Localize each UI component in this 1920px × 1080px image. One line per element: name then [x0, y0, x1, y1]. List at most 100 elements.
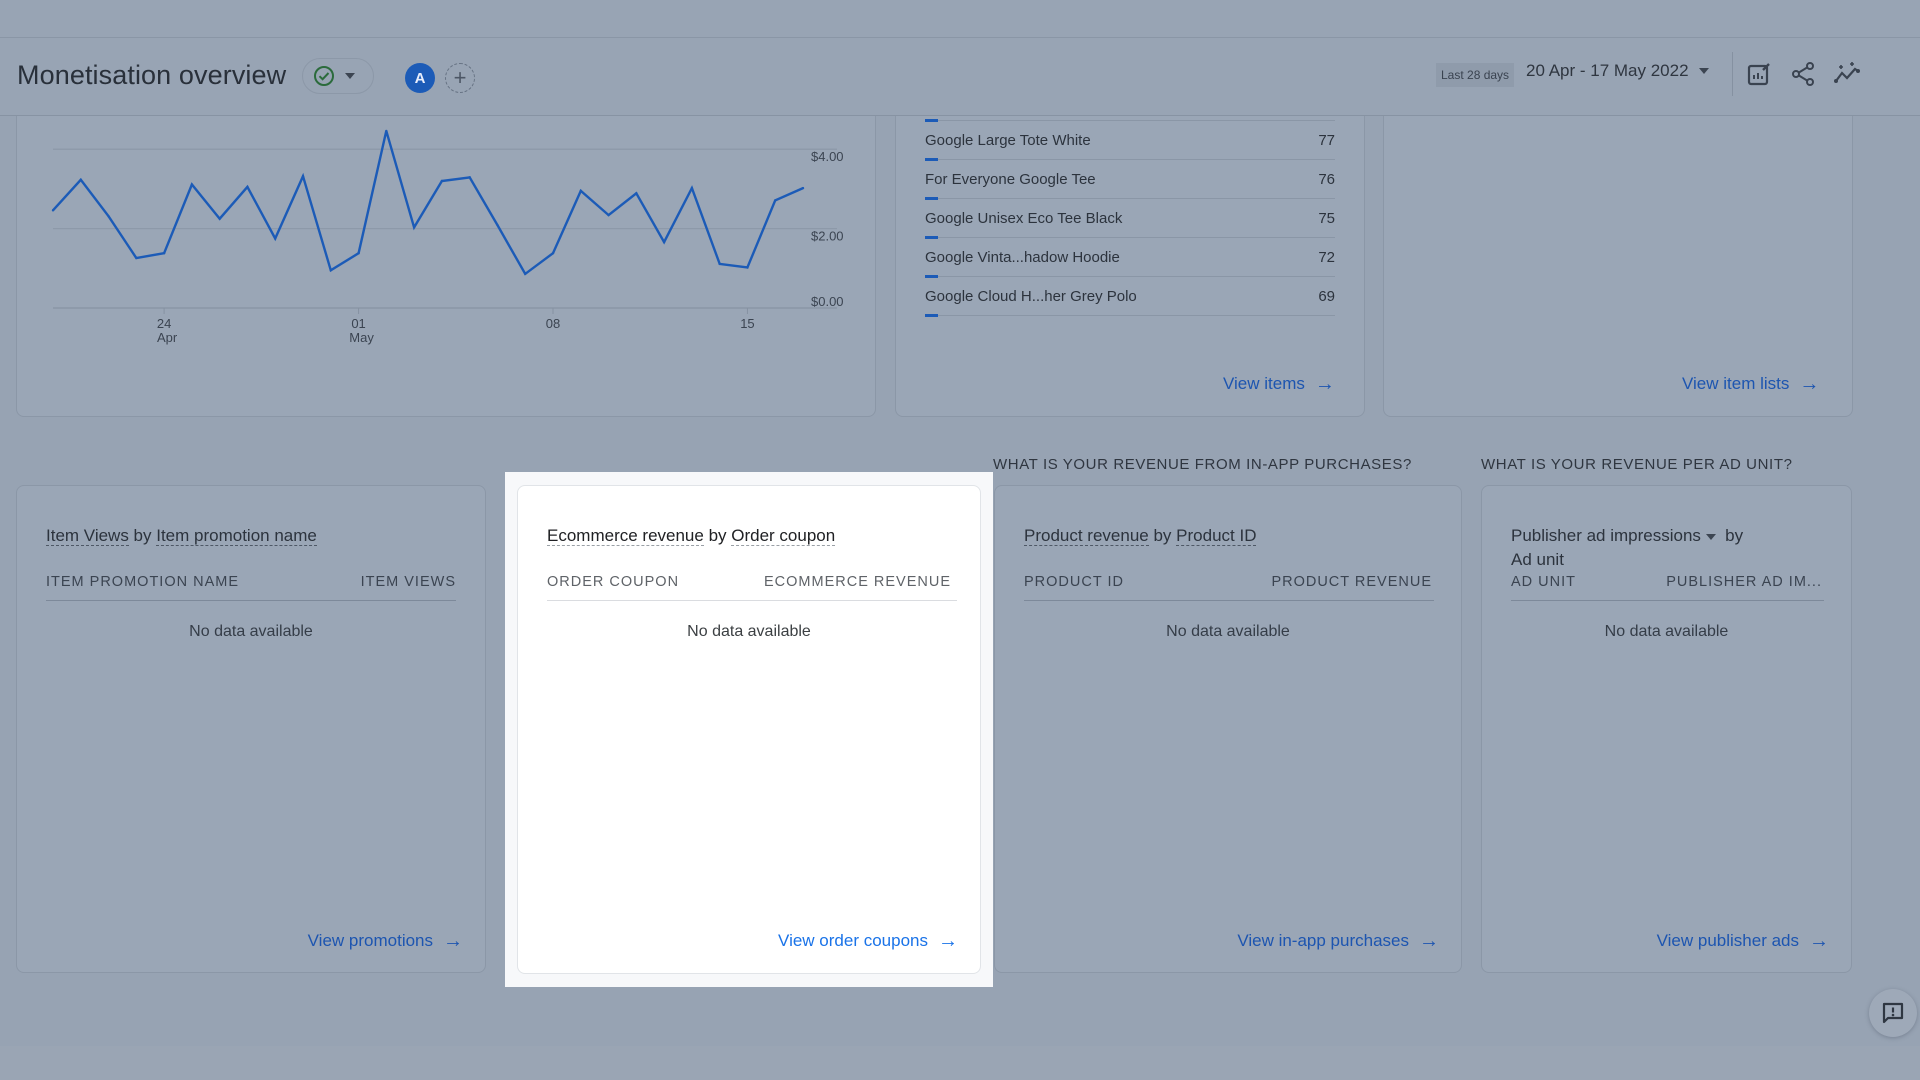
chevron-down-icon	[345, 73, 355, 79]
data-point[interactable]	[218, 217, 221, 220]
arrow-right-icon: →	[443, 930, 463, 952]
share-button[interactable]	[1787, 58, 1819, 90]
item-row[interactable]: Google Unisex Eco Tee Black 75	[925, 199, 1335, 239]
item-value: 76	[1318, 170, 1335, 188]
top-strip	[0, 0, 1920, 38]
item-name: For Everyone Google Tee	[925, 170, 1096, 188]
data-point[interactable]	[551, 252, 555, 255]
data-point[interactable]	[385, 129, 388, 133]
add-comparison-button[interactable]: +	[445, 63, 475, 93]
arrow-right-icon: →	[938, 930, 958, 952]
page-footer-band	[0, 1046, 1920, 1080]
dimension-selector[interactable]: Order coupon	[731, 526, 836, 546]
data-point[interactable]	[79, 178, 82, 181]
customize-report-button[interactable]	[1743, 58, 1775, 90]
empty-state: No data available	[1604, 623, 1729, 640]
view-promotions-link[interactable]: View promotions →	[308, 931, 463, 951]
data-point[interactable]	[51, 209, 55, 212]
customize-report-icon	[1747, 63, 1770, 86]
column-header: ORDER COUPON	[547, 574, 680, 590]
view-items-link[interactable]: View items →	[1223, 374, 1335, 394]
feedback-icon	[1882, 1002, 1904, 1024]
item-name: Google Unisex Eco Tee Black	[925, 209, 1123, 227]
item-name: Google Large Tote White	[925, 131, 1091, 149]
column-header: AD UNIT	[1511, 574, 1576, 590]
dimension-selector[interactable]: Item promotion name	[156, 526, 317, 546]
data-point[interactable]	[718, 262, 721, 266]
column-header: ITEM VIEWS	[360, 574, 456, 590]
data-point[interactable]	[524, 272, 527, 276]
dimension-selector[interactable]: Product ID	[1176, 526, 1257, 546]
view-item-lists-link[interactable]: View item lists →	[1682, 374, 1819, 394]
data-point[interactable]	[635, 192, 638, 195]
highlight-frame: Ecommerce revenue by Order coupon ORDER …	[505, 472, 993, 987]
item-name: Google Vinta...hadow Hoodie	[925, 248, 1120, 266]
view-in-app-purchases-link[interactable]: View in-app purchases →	[1237, 931, 1439, 951]
dimension-selector[interactable]: Ad unit	[1511, 550, 1564, 569]
feedback-button[interactable]	[1869, 989, 1917, 1037]
arrow-right-icon: →	[1799, 373, 1820, 395]
data-point[interactable]	[357, 252, 360, 255]
card-title: Publisher ad impressions by Ad unit	[1511, 526, 1744, 569]
data-point[interactable]	[274, 237, 277, 240]
empty-state: No data available	[1166, 623, 1290, 640]
item-value: 75	[1318, 209, 1335, 227]
insights-icon	[1834, 62, 1860, 83]
item-row[interactable]: Google Large Tote White 77	[925, 121, 1335, 161]
insights-button[interactable]	[1831, 58, 1863, 90]
y-tick-label: $0.00	[811, 294, 844, 309]
data-point[interactable]	[579, 189, 582, 193]
report-status-dropdown[interactable]	[302, 58, 374, 94]
item-row[interactable]: Google Cloud H...her Grey Polo 69	[925, 277, 1335, 317]
data-point[interactable]	[246, 185, 249, 189]
metric-selector[interactable]: Publisher ad impressions	[1511, 526, 1716, 545]
x-tick-sublabel: Apr	[157, 330, 178, 345]
data-point[interactable]	[162, 252, 166, 255]
item-name: Google Cloud H...her Grey Polo	[925, 287, 1137, 305]
table-divider	[1511, 600, 1824, 601]
item-row[interactable]: For Everyone Google Tee 76	[925, 160, 1335, 200]
data-point[interactable]	[496, 223, 499, 227]
item-value: 72	[1318, 248, 1335, 266]
item-row[interactable]: Google Vinta...hadow Hoodie 72	[925, 238, 1335, 278]
date-range-picker[interactable]: 20 Apr - 17 May 2022	[1526, 61, 1709, 81]
data-point[interactable]	[607, 213, 610, 217]
metric-selector[interactable]: Product revenue	[1024, 526, 1149, 546]
x-tick-label: 15	[740, 316, 754, 331]
arrow-right-icon: →	[1314, 373, 1335, 395]
data-point[interactable]	[107, 215, 110, 218]
item-value: 69	[1318, 287, 1335, 305]
view-order-coupons-link[interactable]: View order coupons →	[778, 931, 958, 951]
data-point[interactable]	[662, 240, 666, 244]
arrow-right-icon: →	[1809, 930, 1829, 952]
data-point[interactable]	[468, 176, 471, 179]
data-point[interactable]	[440, 179, 444, 183]
data-point[interactable]	[412, 226, 416, 229]
avatar[interactable]: A	[405, 63, 435, 93]
data-point[interactable]	[135, 256, 138, 260]
plus-icon: +	[453, 65, 467, 90]
y-tick-label: $4.00	[811, 149, 844, 164]
table-divider	[1024, 600, 1434, 601]
data-point[interactable]	[690, 186, 694, 190]
x-tick-sublabel: May	[349, 330, 374, 345]
column-header: ITEM PROMOTION NAME	[46, 574, 239, 590]
in-app-purchases-card: Product revenue by Product ID PRODUCT ID…	[994, 485, 1462, 973]
data-point[interactable]	[801, 186, 805, 190]
metric-selector[interactable]: Ecommerce revenue	[547, 526, 704, 546]
table-divider	[46, 600, 456, 601]
empty-state: No data available	[687, 623, 811, 640]
header-divider	[1732, 52, 1733, 96]
column-header: PRODUCT REVENUE	[1271, 574, 1432, 590]
data-point[interactable]	[329, 269, 332, 272]
metric-selector[interactable]: Item Views	[46, 526, 129, 546]
data-point[interactable]	[746, 266, 749, 269]
view-publisher-ads-link[interactable]: View publisher ads →	[1657, 931, 1829, 951]
item-value: 77	[1318, 131, 1335, 149]
data-point[interactable]	[774, 199, 777, 202]
data-point[interactable]	[190, 183, 194, 186]
data-point[interactable]	[301, 174, 305, 178]
card-title: Item Views by Item promotion name	[46, 526, 317, 546]
section-label-in-app: WHAT IS YOUR REVENUE FROM IN-APP PURCHAS…	[993, 456, 1412, 473]
series-line	[52, 130, 804, 276]
